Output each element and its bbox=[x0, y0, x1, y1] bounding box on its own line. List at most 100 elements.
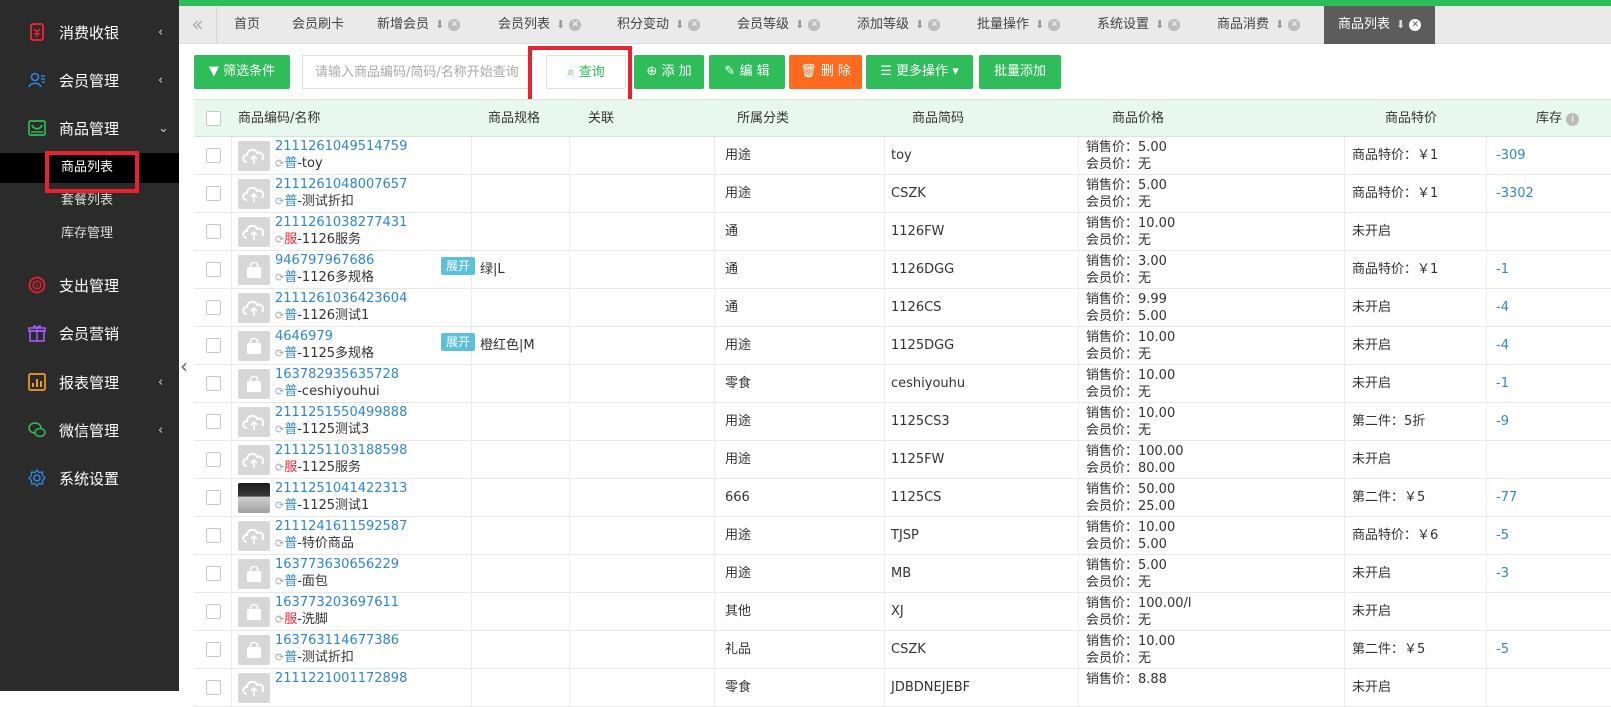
row-checkbox[interactable] bbox=[206, 452, 221, 467]
row-checkbox[interactable] bbox=[206, 490, 221, 505]
pin-icon[interactable]: ⬇ bbox=[675, 18, 684, 31]
product-code-link[interactable]: 4646979 bbox=[275, 329, 333, 345]
pin-icon[interactable]: ⬇ bbox=[1275, 18, 1284, 31]
table-row[interactable]: 163773630656229 ⟳普-面包 用途 MB 销售价：5.00 会员价：无 未开启… bbox=[194, 555, 1611, 593]
product-thumbnail[interactable] bbox=[238, 217, 270, 247]
pin-icon[interactable]: ⬇ bbox=[1155, 18, 1164, 31]
info-icon[interactable]: i bbox=[1566, 113, 1580, 126]
stock-value[interactable]: -1 bbox=[1496, 365, 1509, 403]
tab-points-change[interactable]: 积分变动 ⬇ ✕ bbox=[617, 6, 701, 44]
collapse-sidebar-icon[interactable]: ‹ bbox=[180, 356, 194, 376]
row-checkbox[interactable] bbox=[206, 376, 221, 391]
table-row[interactable]: 163773203697611 ⟳服-洗脚 其他 XJ 销售价：100.00/l 会员价：… bbox=[194, 593, 1611, 631]
row-checkbox[interactable] bbox=[206, 414, 221, 429]
table-row[interactable]: 2111241611592587 ⟳普-特价商品 用途 TJSP 销售价：10.00 会员… bbox=[194, 517, 1611, 555]
product-thumbnail[interactable] bbox=[238, 255, 270, 285]
close-icon[interactable]: ✕ bbox=[808, 18, 821, 31]
close-icon[interactable]: ✕ bbox=[569, 18, 582, 31]
tab-goods-list[interactable]: 商品列表 ⬇ ✕ bbox=[1324, 6, 1436, 44]
search-input[interactable] bbox=[302, 55, 532, 89]
product-code-link[interactable]: 2111261038277431 bbox=[275, 215, 407, 231]
table-row[interactable]: 2111251103188598 ⟳服-1125服务 用途 1125FW 销售价：100… bbox=[194, 441, 1611, 479]
row-checkbox[interactable] bbox=[206, 604, 221, 619]
select-all-checkbox[interactable] bbox=[206, 111, 221, 126]
filter-button[interactable]: ▼ 筛选条件 bbox=[194, 55, 290, 89]
product-code-link[interactable]: 2111261036423604 bbox=[275, 291, 407, 307]
expand-button[interactable]: 展开 bbox=[441, 257, 476, 275]
nav-marketing[interactable]: 会员营销 bbox=[0, 313, 179, 353]
product-thumbnail[interactable] bbox=[238, 597, 270, 627]
tab-add-level[interactable]: 添加等级 ⬇ ✕ bbox=[857, 6, 941, 44]
table-row[interactable]: 2111261038277431 ⟳服-1126服务通 1126FW 销售价：10.0… bbox=[194, 213, 1611, 251]
table-row[interactable]: 2111261049514759 ⟳普-toy 用途 toy 销售价：5.00 会员价：无… bbox=[194, 137, 1611, 175]
product-code-link[interactable]: 2111251041422313 bbox=[275, 481, 407, 497]
product-code-link[interactable]: 2111251550499888 bbox=[275, 405, 407, 421]
product-code-link[interactable]: 2111241611592587 bbox=[275, 519, 407, 535]
sidebar-item-goods-list[interactable]: 商品列表 bbox=[0, 153, 179, 183]
close-icon[interactable]: ✕ bbox=[1288, 18, 1301, 31]
tab-system-settings[interactable]: 系统设置 ⬇ ✕ bbox=[1097, 6, 1181, 44]
pin-icon[interactable]: ⬇ bbox=[915, 18, 924, 31]
close-icon[interactable]: ✕ bbox=[448, 18, 461, 31]
nav-settings[interactable]: 系统设置 bbox=[0, 458, 179, 498]
expand-button[interactable]: 展开 bbox=[441, 333, 476, 351]
stock-value[interactable]: -5 bbox=[1496, 631, 1509, 669]
product-code-link[interactable]: 163763114677386 bbox=[275, 633, 399, 649]
product-thumbnail[interactable] bbox=[238, 369, 270, 399]
row-checkbox[interactable] bbox=[206, 300, 221, 315]
table-row[interactable]: 2111251041422313 ⟳普-1125测试1 666 1125CS 销售价：5… bbox=[194, 479, 1611, 517]
pin-icon[interactable]: ⬇ bbox=[1396, 18, 1405, 31]
add-button[interactable]: ⊕ 添 加 bbox=[634, 55, 704, 89]
close-icon[interactable]: ✕ bbox=[1168, 18, 1181, 31]
product-code-link[interactable]: 163773203697611 bbox=[275, 595, 399, 611]
table-row[interactable]: 2111261036423604 ⟳普-1126测试1 通 1126CS 销售价：9.9… bbox=[194, 289, 1611, 327]
close-icon[interactable]: ✕ bbox=[928, 18, 941, 31]
close-icon[interactable]: ✕ bbox=[1409, 18, 1422, 31]
product-thumbnail[interactable] bbox=[238, 407, 270, 437]
product-thumbnail[interactable] bbox=[238, 293, 270, 323]
row-checkbox[interactable] bbox=[206, 148, 221, 163]
edit-button[interactable]: ✎ 编 辑 bbox=[709, 55, 785, 89]
row-checkbox[interactable] bbox=[206, 566, 221, 581]
query-button[interactable]: ⌕ 查询 bbox=[546, 55, 626, 89]
table-row[interactable]: 2111221001172898 零食 JDBDNEJEBF 销售价：8.88 未开启 bbox=[194, 669, 1611, 707]
sidebar-item-package-list[interactable]: 套餐列表 bbox=[0, 186, 179, 216]
product-code-link[interactable]: 2111261049514759 bbox=[275, 139, 407, 155]
tab-member-level[interactable]: 会员等级 ⬇ ✕ bbox=[737, 6, 821, 44]
table-row[interactable]: 2111261048007657 ⟳普-测试折扣 用途 CSZK 销售价：5.00 会员价… bbox=[194, 175, 1611, 213]
pin-icon[interactable]: ⬇ bbox=[435, 18, 444, 31]
product-code-link[interactable]: 2111261048007657 bbox=[275, 177, 407, 193]
table-row[interactable]: 4646979 ⟳普-1125多规格 展开 橙红色|M 用途 1125DGG 销售价：10.… bbox=[194, 327, 1611, 365]
tab-home[interactable]: 首页 bbox=[234, 6, 260, 44]
product-thumbnail[interactable] bbox=[238, 483, 270, 513]
product-thumbnail[interactable] bbox=[238, 141, 270, 171]
product-code-link[interactable]: 163782935635728 bbox=[275, 367, 399, 383]
close-icon[interactable]: ✕ bbox=[688, 18, 701, 31]
close-icon[interactable]: ✕ bbox=[1048, 18, 1061, 31]
product-thumbnail[interactable] bbox=[238, 445, 270, 475]
stock-value[interactable]: -1 bbox=[1496, 251, 1509, 289]
nav-members[interactable]: 会员管理 ‹ bbox=[0, 60, 179, 100]
row-checkbox[interactable] bbox=[206, 224, 221, 239]
product-thumbnail[interactable] bbox=[238, 179, 270, 209]
sidebar-item-stock-manage[interactable]: 库存管理 bbox=[0, 219, 179, 249]
row-checkbox[interactable] bbox=[206, 262, 221, 277]
table-row[interactable]: 946797967686 ⟳普-1126多规格 展开 绿|L 通 1126DGG 销售价：3… bbox=[194, 251, 1611, 289]
row-checkbox[interactable] bbox=[206, 338, 221, 353]
tab-goods-consume[interactable]: 商品消费 ⬇ ✕ bbox=[1217, 6, 1301, 44]
nav-cashier[interactable]: 消费收银 ‹ bbox=[0, 12, 179, 52]
table-row[interactable]: 2111251550499888 ⟳普-1125测试3 用途 1125CS3 销售价：1… bbox=[194, 403, 1611, 441]
tab-batch-ops[interactable]: 批量操作 ⬇ ✕ bbox=[977, 6, 1061, 44]
stock-value[interactable]: -77 bbox=[1496, 479, 1517, 517]
stock-value[interactable]: -9 bbox=[1496, 403, 1509, 441]
stock-value[interactable]: -5 bbox=[1496, 517, 1509, 555]
stock-value[interactable]: -3302 bbox=[1496, 175, 1534, 213]
product-code-link[interactable]: 946797967686 bbox=[275, 253, 374, 269]
nav-expense[interactable]: $ 支出管理 bbox=[0, 265, 179, 305]
stock-value[interactable]: -309 bbox=[1496, 137, 1526, 175]
product-thumbnail[interactable] bbox=[238, 521, 270, 551]
table-row[interactable]: 163763114677386 ⟳普-测试折扣 礼品 CSZK 销售价：10.00 会员价… bbox=[194, 631, 1611, 669]
row-checkbox[interactable] bbox=[206, 680, 221, 695]
pin-icon[interactable]: ⬇ bbox=[1035, 18, 1044, 31]
row-checkbox[interactable] bbox=[206, 642, 221, 657]
